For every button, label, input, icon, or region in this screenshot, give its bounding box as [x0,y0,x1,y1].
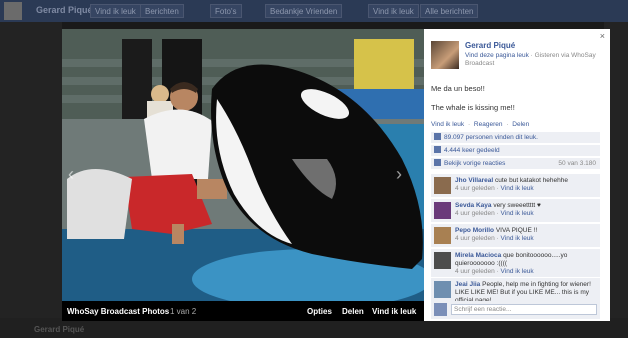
commenter-name[interactable]: Mirela Macioca [455,252,501,259]
comment-text: cute but katakot hehehhe [495,177,569,184]
post-meta: Vind deze pagina leuk · Gisteren via Who… [465,52,605,68]
commenter-avatar[interactable] [434,252,451,269]
comment-like-link[interactable]: Vind ik leuk [501,210,534,217]
comment-text: very sweeettttt ♥ [493,202,541,209]
photo-counter: 1 van 2 [170,307,197,316]
options-button[interactable]: Opties [307,307,332,316]
comment-text: VIVA PIQUE !! [495,227,538,234]
commenter-name[interactable]: Jho Villareal [455,177,493,184]
author-avatar[interactable] [431,41,459,69]
post-text-line-1: Me da un beso!! [431,84,485,93]
author-name[interactable]: Gerard Piqué [465,41,515,50]
share-link[interactable]: Delen [512,121,529,128]
background-tab-1: Vind ik leuk [90,4,141,18]
comment-time: 4 uur geleden [455,268,495,275]
write-comment-row: Schrijf een reactie... [431,301,600,319]
comment-time: 4 uur geleden [455,185,495,192]
comment-item: Mirela Macioca que bonitoooooo.....yo qu… [431,248,600,277]
separator: · [467,121,471,128]
background-page-avatar [4,2,22,20]
shares-count: 4.444 keer gedeeld [444,147,500,154]
comment-time: 4 uur geleden [455,210,495,217]
photo-side-panel: × Gerard Piqué Vind deze pagina leuk · G… [424,29,610,321]
post-text-line-2: The whale is kissing me!! [431,103,515,112]
view-previous-comments[interactable]: Bekijk vorige reacties 50 van 3.180 [431,158,600,170]
photo-caption-bar: WhoSay Broadcast Photos 1 van 2 Opties D… [62,301,424,321]
comment-like-link[interactable]: Vind ik leuk [501,185,534,192]
photo-image[interactable] [62,29,424,301]
comment-like-link[interactable]: Vind ik leuk [501,235,534,242]
background-tab-4: Bedankje Vrienden [265,4,343,18]
shares-count-row[interactable]: 4.444 keer gedeeld [431,145,600,157]
comment-time: 4 uur geleden [455,235,495,242]
close-icon[interactable]: × [600,31,605,41]
likes-count: 89.097 personen vinden dit leuk. [444,134,538,141]
like-page-link[interactable]: Vind deze pagina leuk [465,52,529,59]
comment-icon [434,159,441,166]
comment-item: Pepo Morillo VIVA PIQUE !! 4 uur geleden… [431,223,600,247]
background-action-posts: Alle berichten [420,4,479,18]
commenter-name[interactable]: Jeai Jiia [455,281,480,288]
comment-item: Jeai Jiia People, help me in fighting fo… [431,277,600,301]
commenter-avatar[interactable] [434,177,451,194]
background-left-column [0,22,62,338]
comment-input[interactable]: Schrijf een reactie... [451,304,597,315]
previous-photo-arrow[interactable]: ‹ [68,164,74,185]
comment-link[interactable]: Reageren [474,121,503,128]
share-icon [434,146,441,153]
commenter-name[interactable]: Sevda Kaya [455,202,492,209]
commenter-avatar[interactable] [434,202,451,219]
photo-viewer: ‹ › WhoSay Broadcast Photos 1 van 2 Opti… [62,29,424,321]
commenter-avatar[interactable] [434,227,451,244]
album-title[interactable]: WhoSay Broadcast Photos [67,307,169,316]
comment-item: Sevda Kaya very sweeettttt ♥ 4 uur geled… [431,198,600,222]
viewer-avatar [434,303,447,316]
background-tab-3: Foto's [210,4,242,18]
like-link[interactable]: Vind ik leuk [431,121,464,128]
commenter-name[interactable]: Pepo Morillo [455,227,494,234]
comment-item: Jho Villareal cute but katakot hehehhe 4… [431,173,600,197]
share-button[interactable]: Delen [342,307,364,316]
likes-count-row[interactable]: 89.097 personen vinden dit leuk. [431,132,600,144]
background-action-like: Vind ik leuk [368,4,419,18]
thumbs-up-icon [434,133,441,140]
background-bottom-strip [0,318,628,338]
separator: · [506,121,509,128]
previous-comments-label: Bekijk vorige reacties [444,160,506,167]
background-page-name: Gerard Piqué [36,5,93,15]
post-actions: Vind ik leuk · Reageren · Delen [431,121,531,128]
commenter-avatar[interactable] [434,281,451,298]
background-tab-2: Berichten [140,4,184,18]
like-photo-button[interactable]: Vind ik leuk [372,307,416,316]
comment-count: 50 van 3.180 [558,160,596,167]
comment-like-link[interactable]: Vind ik leuk [501,268,534,275]
next-photo-arrow[interactable]: › [396,164,402,185]
background-bottom-name: Gerard Piqué [34,325,85,334]
